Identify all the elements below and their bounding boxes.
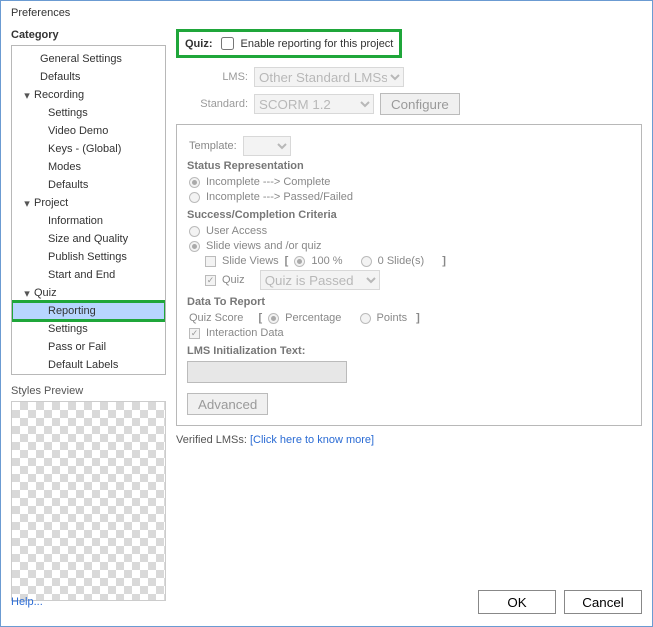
tree-item-modes[interactable]: Modes xyxy=(12,158,165,176)
enable-reporting-label: Enable reporting for this project xyxy=(241,38,394,50)
left-column: Category General Settings Defaults ▾Reco… xyxy=(11,29,166,626)
standard-row: Standard: SCORM 1.2 Configure xyxy=(188,93,642,115)
ok-button[interactable]: OK xyxy=(478,590,556,614)
radio-icon[interactable] xyxy=(360,313,371,324)
quiz-enable-row: Quiz: Enable reporting for this project xyxy=(176,29,402,58)
tree-item-general-settings[interactable]: General Settings xyxy=(12,50,165,68)
tree-item-defaults[interactable]: Defaults xyxy=(12,68,165,86)
lms-label: LMS: xyxy=(188,71,248,83)
status-rep-title: Status Representation xyxy=(187,160,631,172)
tree-item-start-end[interactable]: Start and End xyxy=(12,266,165,284)
template-select[interactable] xyxy=(243,136,291,156)
quiz-score-label: Quiz Score xyxy=(189,312,243,324)
category-heading: Category xyxy=(11,29,166,41)
checkbox-icon[interactable] xyxy=(205,256,216,267)
data-to-report-title: Data To Report xyxy=(187,296,631,308)
lms-row: LMS: Other Standard LMSs xyxy=(188,67,642,87)
quiz-label: Quiz: xyxy=(185,38,213,50)
status-opt-passed-failed[interactable]: Incomplete ---> Passed/Failed xyxy=(189,191,631,203)
help-link[interactable]: Help... xyxy=(11,596,43,608)
category-tree[interactable]: General Settings Defaults ▾Recording Set… xyxy=(11,45,166,375)
tree-item-size-quality[interactable]: Size and Quality xyxy=(12,230,165,248)
configure-button[interactable]: Configure xyxy=(380,93,460,115)
radio-icon xyxy=(189,226,200,237)
radio-icon[interactable] xyxy=(268,313,279,324)
tree-group-project[interactable]: ▾Project xyxy=(12,194,165,212)
quiz-criteria-row: Quiz Quiz is Passed xyxy=(205,270,631,290)
tree-group-recording[interactable]: ▾Recording xyxy=(12,86,165,104)
standard-label: Standard: xyxy=(188,98,248,110)
chevron-down-icon: ▾ xyxy=(20,287,34,300)
criteria-title: Success/Completion Criteria xyxy=(187,209,631,221)
window-title: Preferences xyxy=(1,1,652,25)
criteria-slide-views-quiz[interactable]: Slide views and /or quiz xyxy=(189,240,631,252)
cancel-button[interactable]: Cancel xyxy=(564,590,642,614)
tree-item-publish-settings[interactable]: Publish Settings xyxy=(12,248,165,266)
template-row: Template: xyxy=(189,136,631,156)
tree-item-quiz-settings[interactable]: Settings xyxy=(12,320,165,338)
status-opt-complete[interactable]: Incomplete ---> Complete xyxy=(189,176,631,188)
verified-lms-link[interactable]: [Click here to know more] xyxy=(250,434,374,446)
quiz-criteria-select[interactable]: Quiz is Passed xyxy=(260,270,380,290)
checkbox-icon xyxy=(189,328,200,339)
styles-preview-label: Styles Preview xyxy=(11,385,166,397)
preferences-window: Preferences Category General Settings De… xyxy=(0,0,653,627)
footer: Help... OK Cancel xyxy=(11,588,642,616)
radio-icon[interactable] xyxy=(294,256,305,267)
slide-views-row: Slide Views [ 100 % 0 Slide(s) ] xyxy=(205,255,631,267)
chevron-down-icon: ▾ xyxy=(20,197,34,210)
tree-item-default-labels[interactable]: Default Labels xyxy=(12,356,165,374)
chevron-down-icon: ▾ xyxy=(20,89,34,102)
checkbox-icon[interactable] xyxy=(205,275,216,286)
standard-select[interactable]: SCORM 1.2 xyxy=(254,94,374,114)
advanced-button[interactable]: Advanced xyxy=(187,393,268,415)
tree-group-quiz[interactable]: ▾Quiz xyxy=(12,284,165,302)
tree-item-video-demo[interactable]: Video Demo xyxy=(12,122,165,140)
template-label: Template: xyxy=(189,140,237,152)
tree-item-recording-settings[interactable]: Settings xyxy=(12,104,165,122)
verified-lms-label: Verified LMSs: xyxy=(176,434,247,446)
quiz-score-row: Quiz Score [ Percentage Points ] xyxy=(189,312,631,324)
radio-icon xyxy=(189,177,200,188)
tree-item-recording-defaults[interactable]: Defaults xyxy=(12,176,165,194)
verified-lms-row: Verified LMSs: [Click here to know more] xyxy=(176,434,642,446)
lms-init-input[interactable] xyxy=(187,361,347,383)
right-column: Quiz: Enable reporting for this project … xyxy=(176,29,642,626)
quiz-criteria-label: Quiz xyxy=(222,274,245,286)
radio-icon[interactable] xyxy=(361,256,372,267)
criteria-user-access[interactable]: User Access xyxy=(189,225,631,237)
enable-reporting-checkbox[interactable] xyxy=(221,37,234,50)
slide-views-label: Slide Views xyxy=(222,255,279,267)
radio-icon xyxy=(189,192,200,203)
radio-icon xyxy=(189,241,200,252)
body: Category General Settings Defaults ▾Reco… xyxy=(1,25,652,626)
interaction-data-row[interactable]: Interaction Data xyxy=(189,327,631,339)
tree-item-reporting[interactable]: Reporting xyxy=(12,302,165,320)
tree-item-keys-global[interactable]: Keys - (Global) xyxy=(12,140,165,158)
tree-item-pass-or-fail[interactable]: Pass or Fail xyxy=(12,338,165,356)
reporting-panel: Template: Status Representation Incomple… xyxy=(176,124,642,426)
styles-preview xyxy=(11,401,166,601)
tree-item-information[interactable]: Information xyxy=(12,212,165,230)
lms-init-label: LMS Initialization Text: xyxy=(187,345,631,357)
lms-select[interactable]: Other Standard LMSs xyxy=(254,67,404,87)
